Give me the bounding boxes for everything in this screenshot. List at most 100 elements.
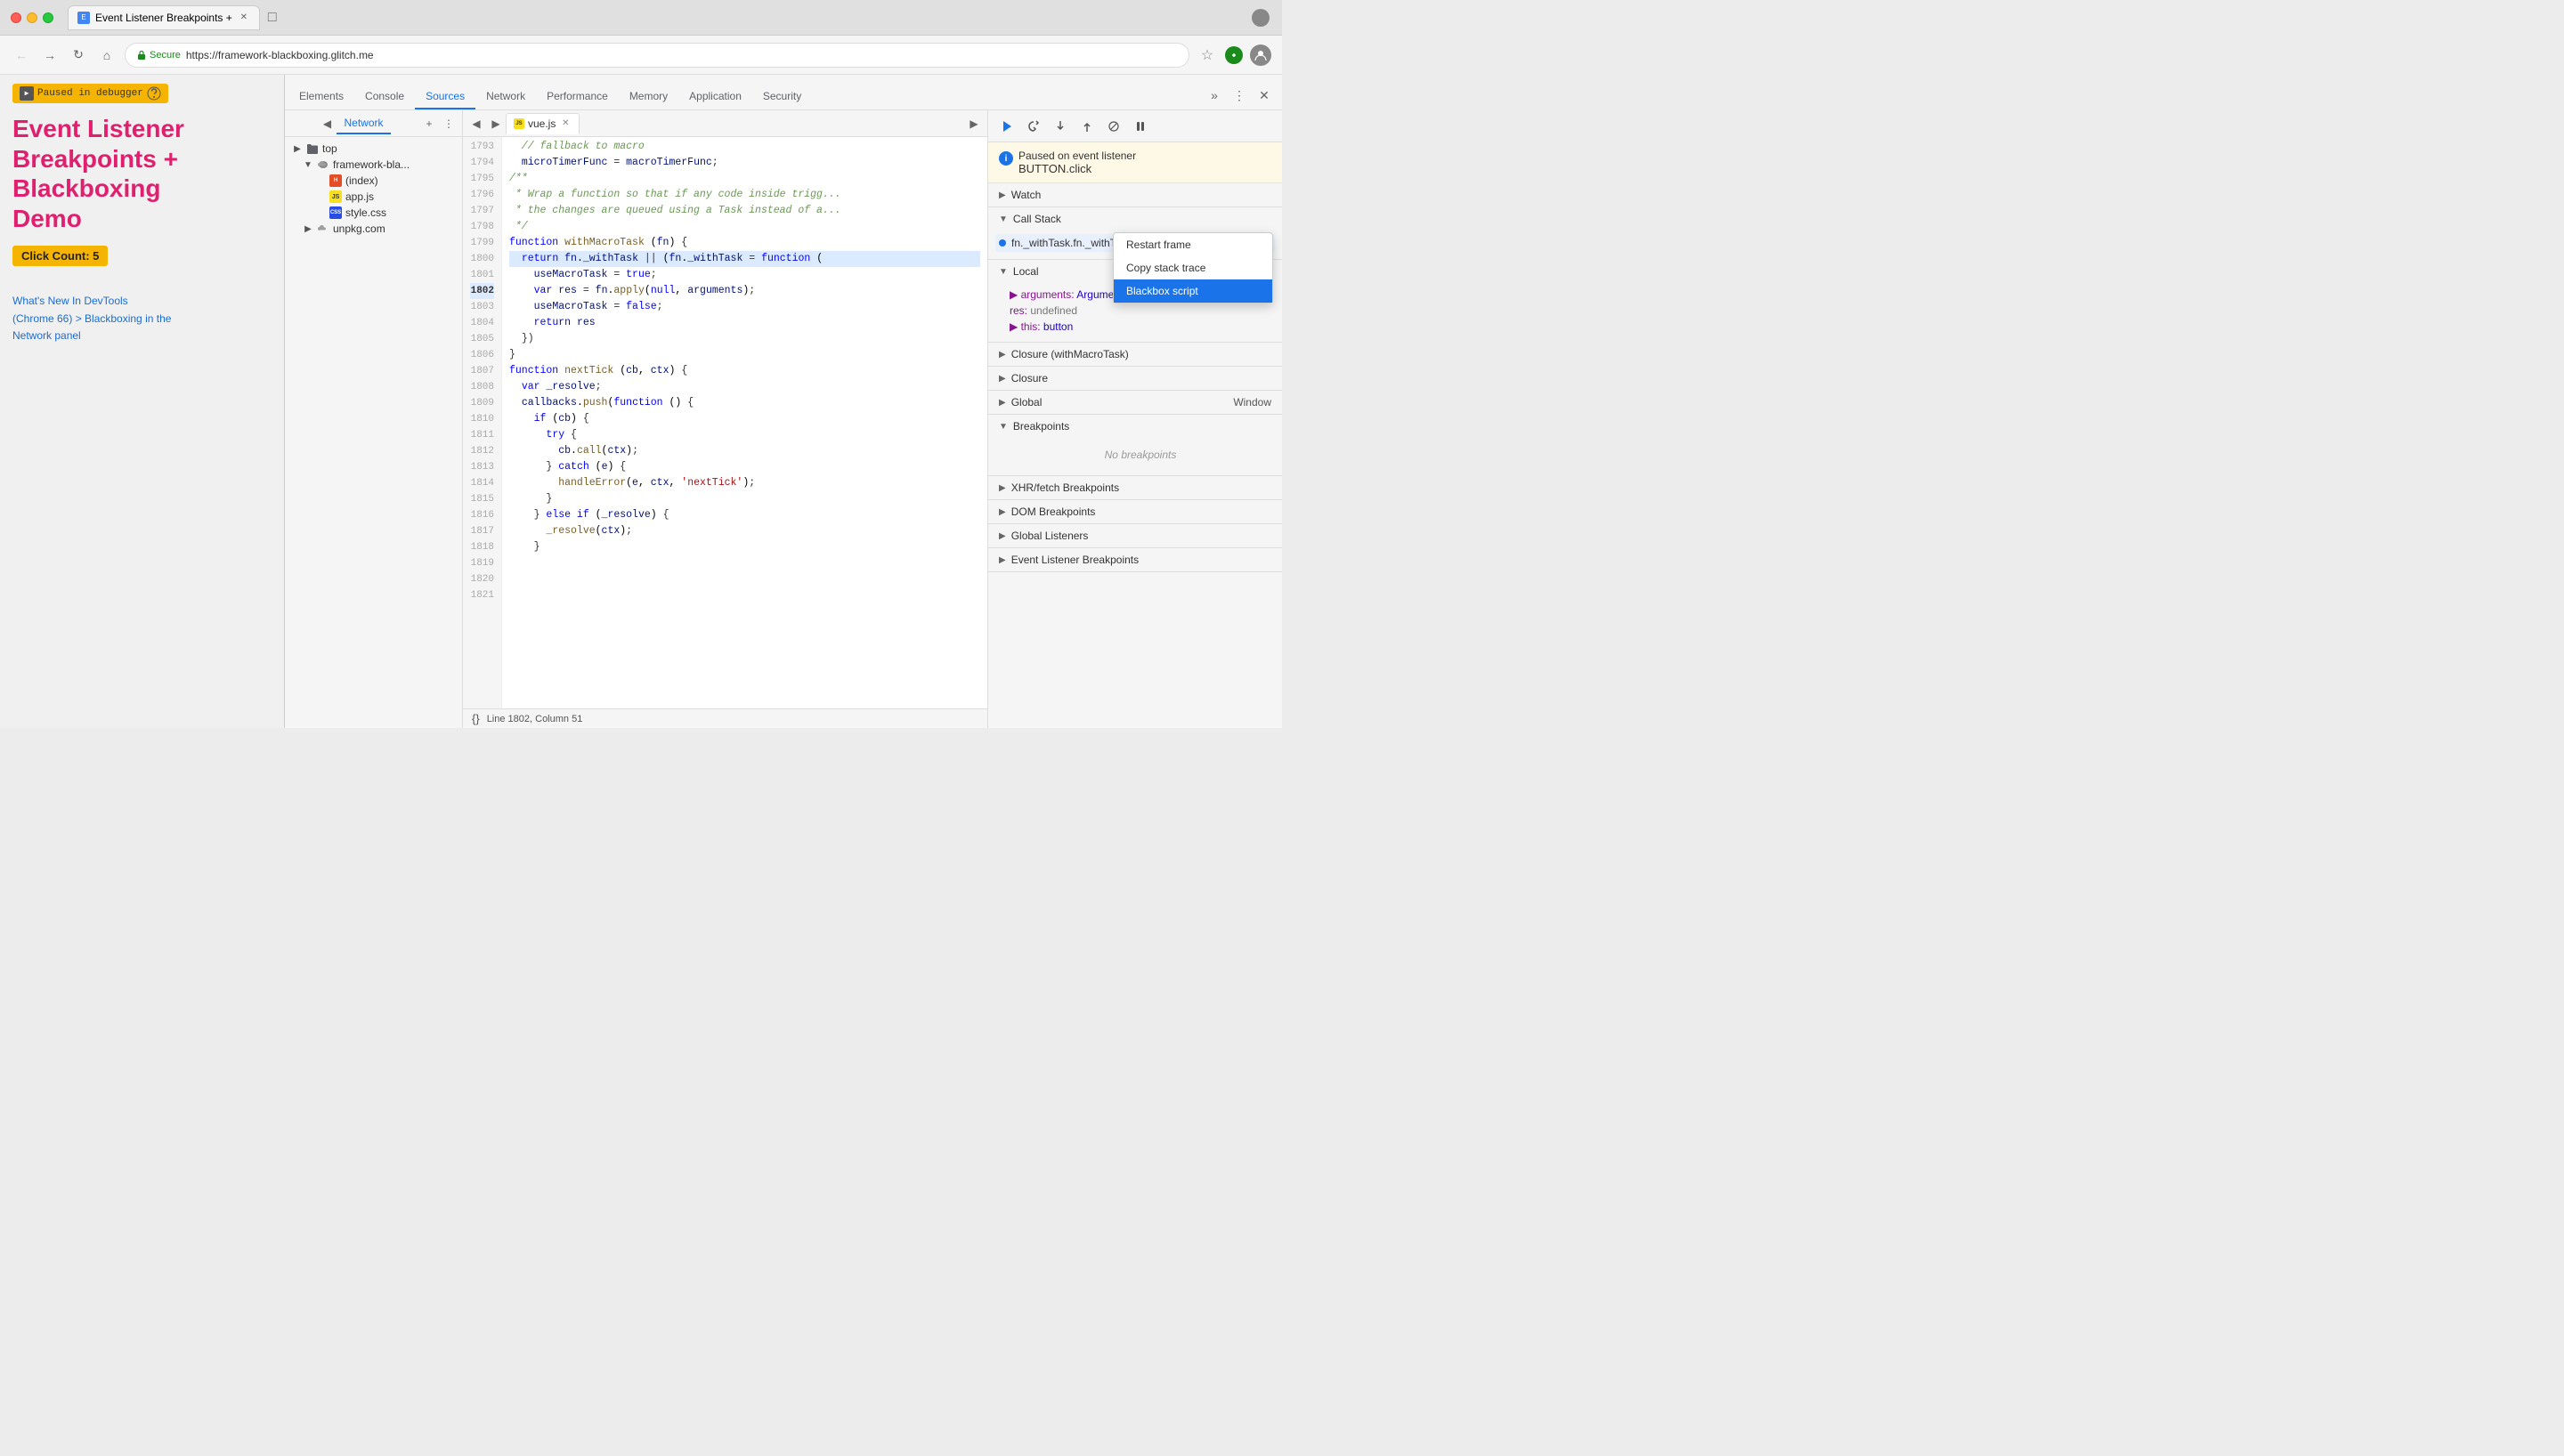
tree-item-index[interactable]: ▶ H (index) xyxy=(285,173,462,189)
closure-with-header[interactable]: ▶ Closure (withMacroTask) xyxy=(988,343,1282,366)
maximize-window-btn[interactable] xyxy=(43,12,53,23)
panel-prev-btn[interactable]: ◀ xyxy=(317,114,337,133)
dom-arrow: ▶ xyxy=(999,507,1006,517)
paused-event: BUTTON.click xyxy=(1018,162,1136,175)
pause-on-exception-btn[interactable] xyxy=(1129,115,1152,138)
code-line-1793: // fallback to macro xyxy=(509,139,980,155)
forward-btn[interactable]: → xyxy=(39,44,61,66)
xhr-breakpoints-header[interactable]: ▶ XHR/fetch Breakpoints xyxy=(988,476,1282,499)
code-line-1797: /** xyxy=(509,171,980,187)
tab-memory[interactable]: Memory xyxy=(619,85,678,109)
call-stack-section: ▼ Call Stack fn._withTask.fn._withTask v… xyxy=(988,207,1282,260)
tab-elements[interactable]: Elements xyxy=(288,85,354,109)
code-line-1803: useMacroTask = true; xyxy=(509,267,980,283)
call-stack-header[interactable]: ▼ Call Stack xyxy=(988,207,1282,231)
js-file-icon-app: JS xyxy=(329,190,342,203)
close-window-btn[interactable] xyxy=(11,12,21,23)
resume-btn[interactable] xyxy=(995,115,1018,138)
code-line-1798: * Wrap a function so that if any code in… xyxy=(509,187,980,203)
code-tab-vuejs[interactable]: JS vue.js ✕ xyxy=(506,113,580,134)
person-btn[interactable] xyxy=(1250,44,1271,66)
panel-add-btn[interactable]: + xyxy=(419,114,439,133)
call-stack-content: fn._withTask.fn._withTask vue.js:1802 Re… xyxy=(988,231,1282,259)
event-listener-header[interactable]: ▶ Event Listener Breakpoints xyxy=(988,548,1282,571)
devtools-tab-actions: » ⋮ ✕ xyxy=(1204,85,1282,109)
paused-label: Paused in debugger xyxy=(37,88,143,99)
address-field[interactable]: Secure https://framework-blackboxing.gli… xyxy=(125,43,1189,68)
addressbar: ← → ↻ ⌂ Secure https://framework-blackbo… xyxy=(0,36,1282,75)
watch-section-header[interactable]: ▶ Watch xyxy=(988,183,1282,206)
back-btn[interactable]: ← xyxy=(11,44,32,66)
global-listeners-header[interactable]: ▶ Global Listeners xyxy=(988,524,1282,547)
global-listeners-arrow: ▶ xyxy=(999,531,1006,541)
code-line-1804: var res = fn.apply(null, arguments); xyxy=(509,283,980,299)
tab-security[interactable]: Security xyxy=(752,85,812,109)
code-line-1821: } xyxy=(509,539,980,555)
code-line-1800: */ xyxy=(509,219,980,235)
profile-icon[interactable] xyxy=(1252,9,1270,27)
tab-close-btn[interactable]: ✕ xyxy=(238,12,250,24)
tab-network[interactable]: Network xyxy=(475,85,536,109)
tree-item-stylecss[interactable]: ▶ CSS style.css xyxy=(285,205,462,221)
run-snippet-btn[interactable]: ▶ xyxy=(964,114,984,133)
tree-item-appjs[interactable]: ▶ JS app.js xyxy=(285,189,462,205)
browser-tab-bar: E Event Listener Breakpoints + ✕ □ xyxy=(68,5,283,30)
code-navigate-fwd-btn[interactable]: ▶ xyxy=(486,114,506,133)
closure-header[interactable]: ▶ Closure xyxy=(988,367,1282,390)
devtools-body: ◀ Network + ⋮ ▶ top ▼ f xyxy=(285,110,1282,728)
page-link-3[interactable]: Network panel xyxy=(12,328,272,344)
tree-item-unpkg[interactable]: ▶ unpkg.com xyxy=(285,221,462,237)
tree-item-top[interactable]: ▶ top xyxy=(285,141,462,157)
global-value: Window xyxy=(1233,396,1271,408)
context-menu-copy-stack-trace[interactable]: Copy stack trace xyxy=(1114,256,1272,279)
refresh-btn[interactable]: ↻ xyxy=(68,44,89,66)
tab-console[interactable]: Console xyxy=(354,85,415,109)
breakpoints-header[interactable]: ▼ Breakpoints xyxy=(988,415,1282,438)
xhr-breakpoints-label: XHR/fetch Breakpoints xyxy=(1011,481,1119,494)
context-menu-restart-frame[interactable]: Restart frame xyxy=(1114,233,1272,256)
code-tab-close-btn[interactable]: ✕ xyxy=(559,117,572,130)
more-tabs-btn[interactable]: » xyxy=(1204,85,1225,106)
scope-res[interactable]: res: undefined xyxy=(1010,303,1271,319)
file-tree-panel: ◀ Network + ⋮ ▶ top ▼ f xyxy=(285,110,463,728)
code-tab-actions: ▶ xyxy=(964,114,984,133)
step-out-btn[interactable] xyxy=(1075,115,1099,138)
step-over-btn[interactable] xyxy=(1022,115,1045,138)
code-line-1817: handleError(e, ctx, 'nextTick'); xyxy=(509,475,980,491)
page-link-1[interactable]: What's New In DevTools xyxy=(12,293,272,310)
panel-overflow-btn[interactable]: ⋮ xyxy=(439,114,458,133)
format-icon[interactable]: {} xyxy=(472,712,480,725)
tab-application[interactable]: Application xyxy=(678,85,752,109)
tab-sources[interactable]: Sources xyxy=(415,85,475,109)
step-into-btn[interactable] xyxy=(1049,115,1072,138)
closure-section: ▶ Closure xyxy=(988,367,1282,391)
global-listeners-section: ▶ Global Listeners xyxy=(988,524,1282,548)
watch-label: Watch xyxy=(1011,189,1042,201)
devtools-panel: Elements Console Sources Network Perform… xyxy=(285,75,1282,728)
code-line-1799: * the changes are queued using a Task in… xyxy=(509,203,980,219)
cloud-folder-icon xyxy=(317,158,329,171)
panel-tab-network[interactable]: Network xyxy=(337,113,390,134)
resume-page-btn[interactable]: ▶ xyxy=(20,86,34,101)
tab-performance[interactable]: Performance xyxy=(536,85,619,109)
event-listener-section: ▶ Event Listener Breakpoints xyxy=(988,548,1282,572)
code-navigate-back-btn[interactable]: ◀ xyxy=(467,114,486,133)
tree-item-framework[interactable]: ▼ framework-bla... xyxy=(285,157,462,173)
minimize-window-btn[interactable] xyxy=(27,12,37,23)
event-listener-arrow: ▶ xyxy=(999,555,1006,565)
paused-info: Paused on event listener BUTTON.click xyxy=(1018,150,1136,175)
deactivate-breakpoints-btn[interactable] xyxy=(1102,115,1125,138)
bookmark-btn[interactable]: ☆ xyxy=(1197,44,1218,66)
home-btn[interactable]: ⌂ xyxy=(96,44,118,66)
global-header[interactable]: ▶ Global Window xyxy=(988,391,1282,414)
scope-this[interactable]: ▶ this: button xyxy=(1010,319,1271,335)
context-menu-blackbox-script[interactable]: Blackbox script xyxy=(1114,279,1272,303)
active-browser-tab[interactable]: E Event Listener Breakpoints + ✕ xyxy=(68,5,260,30)
new-tab-btn[interactable]: □ xyxy=(262,7,283,28)
tree-label-index: (index) xyxy=(345,174,378,187)
vuejs-tab-icon: JS xyxy=(514,118,524,129)
page-link-2[interactable]: (Chrome 66) > Blackboxing in the xyxy=(12,311,272,328)
devtools-close-btn[interactable]: ✕ xyxy=(1254,85,1275,106)
devtools-more-btn[interactable]: ⋮ xyxy=(1229,85,1250,106)
dom-breakpoints-header[interactable]: ▶ DOM Breakpoints xyxy=(988,500,1282,523)
